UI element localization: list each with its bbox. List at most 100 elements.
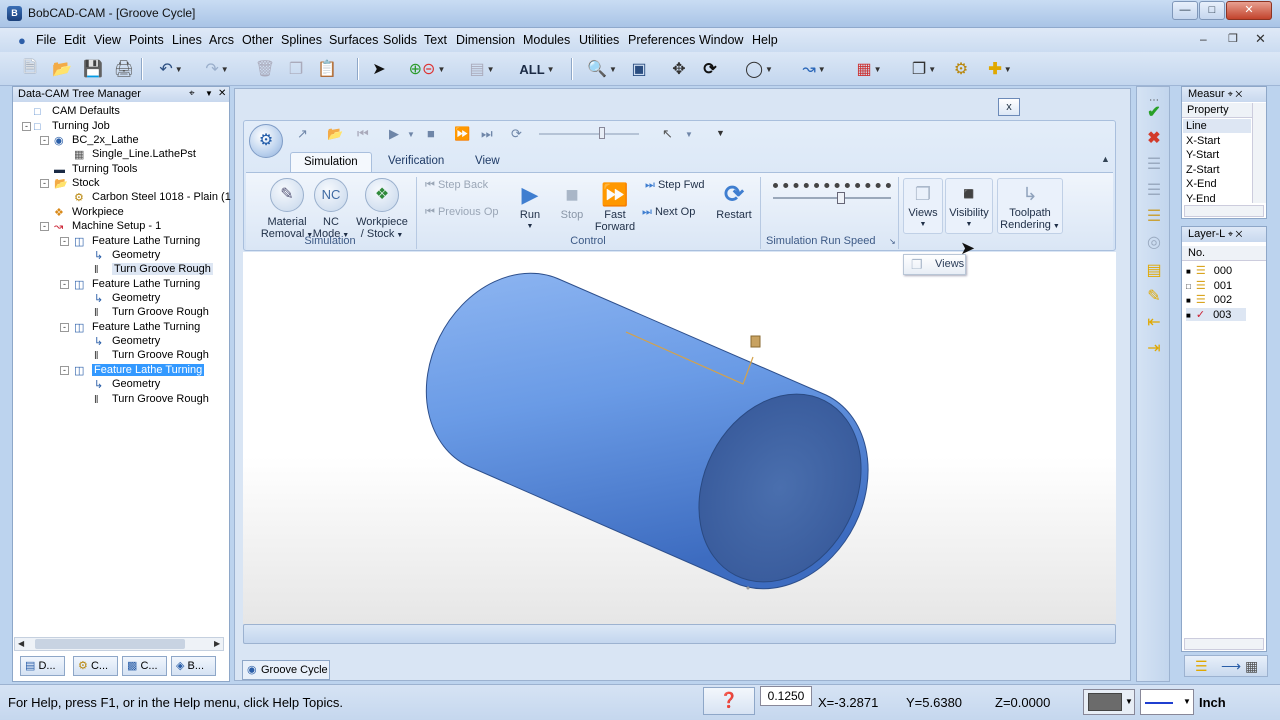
tree-row[interactable]: ↳ Geometry <box>94 377 160 391</box>
zoom-window-icon[interactable]: ▣ <box>627 57 651 81</box>
qat-dropdown-icon[interactable]: ▼ <box>407 130 415 139</box>
delete-icon[interactable]: 🗑 <box>253 57 277 81</box>
list-icon-2[interactable]: ☰ <box>1143 181 1165 201</box>
material-removal-button[interactable]: ✎ Material Removal ▼ <box>256 178 318 242</box>
fast-forward-button[interactable]: ⏩ Fast Forward <box>591 181 639 233</box>
qat-stop-icon[interactable]: ■ <box>427 126 435 141</box>
panel-menu-icon[interactable]: ▼ <box>205 87 213 101</box>
measure-tool-icon[interactable]: ✎ <box>1143 287 1165 307</box>
cancel-x-icon[interactable]: ✖ <box>1143 129 1165 149</box>
tab-cam-tools[interactable]: ⚙ C... <box>73 656 118 676</box>
stop-button[interactable]: ■ Stop <box>552 181 592 221</box>
qat-fast-forward-icon[interactable]: ⏩ <box>454 126 470 142</box>
tree-row[interactable]: ◫ Feature Lathe Turning <box>74 363 205 377</box>
qat-play-icon[interactable]: ▶ <box>389 126 399 142</box>
tree-row[interactable]: ◉ BC_2x_Lathe <box>54 133 139 147</box>
selection-mode-icon[interactable]: ▤ ▼ <box>460 57 504 81</box>
pin-icon[interactable]: ⌖ <box>189 87 195 101</box>
previous-op-button[interactable]: ⏮ Previous Op <box>425 206 499 219</box>
menu-arcs[interactable]: Arcs <box>209 33 234 47</box>
layer-row[interactable]: ■ ☰ 000 <box>1186 264 1232 277</box>
mdi-close-icon[interactable]: ✕ <box>1255 31 1266 47</box>
menu-solids[interactable]: Solids <box>383 33 417 47</box>
tree-row[interactable]: ◫ Feature Lathe Turning <box>74 277 200 291</box>
simulation-app-button[interactable]: ⚙ <box>249 124 283 158</box>
redo-icon[interactable]: ↷ ▼ <box>196 57 238 81</box>
undo-icon[interactable]: ↶ ▼ <box>150 57 192 81</box>
tree-collapse-toggle[interactable]: - <box>60 323 69 332</box>
tree-row[interactable]: ◫ Feature Lathe Turning <box>74 320 200 334</box>
measure-row[interactable]: Y-End <box>1186 192 1220 207</box>
filter-all-dropdown[interactable]: ALL ▼ <box>515 57 559 81</box>
nc-mode-button[interactable]: NC NC Mode ▼ <box>310 178 352 242</box>
tree-row[interactable]: 📂 Stock <box>54 176 100 190</box>
speed-dialog-launcher-icon[interactable]: ↘ <box>889 237 896 246</box>
qat-speed-thumb[interactable] <box>599 127 605 139</box>
tree-row[interactable]: ‖ Turn Groove Rough <box>94 348 209 362</box>
close-simulation-button[interactable]: x <box>998 98 1020 116</box>
run-button[interactable]: ▶ Run ▼ <box>510 181 550 233</box>
qat-export-icon[interactable]: ↗ <box>297 126 308 142</box>
layer-visible-checkbox[interactable]: ■ <box>1186 311 1191 320</box>
tree-row[interactable]: ❖ Workpiece <box>54 205 124 219</box>
menu-points[interactable]: Points <box>129 33 164 47</box>
tree-row[interactable]: ‖ Turn Groove Rough <box>94 392 209 406</box>
line-style-picker[interactable]: ▼ <box>1140 689 1194 715</box>
color-picker[interactable]: ▼ <box>1083 689 1135 715</box>
minimize-button[interactable]: — <box>1172 1 1198 20</box>
mdi-minimize-icon[interactable]: – <box>1200 32 1207 46</box>
snap-icon[interactable]: ↝ ▼ <box>790 57 838 81</box>
tree-row[interactable]: ↳ Geometry <box>94 248 160 262</box>
menu-window[interactable]: Window <box>699 33 743 47</box>
step-value-field[interactable]: 0.1250 <box>760 686 812 706</box>
qat-first-icon[interactable]: ⏮ <box>357 126 369 142</box>
layer-visible-checkbox[interactable]: ■ <box>1186 267 1191 276</box>
tree-row[interactable]: □ Turning Job <box>34 119 110 133</box>
cube-view-icon[interactable]: ❐ ▼ <box>900 57 948 81</box>
measure-row[interactable]: X-Start <box>1186 134 1220 149</box>
qat-pointer-icon[interactable]: ↖ <box>662 126 673 142</box>
layer-row[interactable]: ■ ☰ 002 <box>1186 293 1232 306</box>
tab-view[interactable]: View <box>462 152 513 172</box>
tree-row[interactable]: ‖ Turn Groove Rough <box>94 262 213 276</box>
tree-collapse-toggle[interactable]: - <box>60 366 69 375</box>
app-icon[interactable]: B <box>7 6 22 21</box>
measure-row[interactable]: Y-Start <box>1186 148 1220 163</box>
tree-row[interactable]: ▦ Single_Line.LathePst <box>74 147 196 161</box>
tab-verification[interactable]: Verification <box>375 152 457 172</box>
qat-last-icon[interactable]: ⏭ <box>481 126 493 142</box>
layer-tool-icon[interactable]: ☰ <box>1143 207 1165 227</box>
step-fwd-button[interactable]: ⏭ Step Fwd <box>645 179 704 192</box>
workpiece-stock-button[interactable]: ❖ Workpiece / Stock ▼ <box>350 178 414 242</box>
menu-preferences[interactable]: Preferences <box>628 33 695 47</box>
menu-surfaces[interactable]: Surfaces <box>329 33 378 47</box>
tree-row[interactable]: □ CAM Defaults <box>34 104 120 118</box>
print-icon[interactable]: 🖨 <box>112 57 136 81</box>
close-window-button[interactable]: ✕ <box>1226 1 1272 20</box>
tab-cad[interactable]: ▩ C... <box>122 656 167 676</box>
ribbon-collapse-icon[interactable]: ▲ <box>1101 154 1110 164</box>
accept-check-icon[interactable]: ✔ <box>1143 103 1165 123</box>
menu-other[interactable]: Other <box>242 33 273 47</box>
step-back-button[interactable]: ⏮ Step Back <box>425 179 488 192</box>
menu-file[interactable]: File <box>36 33 56 47</box>
grid-icon[interactable]: ▦ ▼ <box>845 57 893 81</box>
menu-utilities[interactable]: Utilities <box>579 33 619 47</box>
tree-row[interactable]: ‖ Turn Groove Rough <box>94 305 209 319</box>
visibility-button[interactable]: ◾ Visibility ▼ <box>945 178 993 234</box>
new-file-icon[interactable]: 🗎 <box>18 57 42 81</box>
toolpath-rendering-button[interactable]: ↳ Toolpath Rendering ▼ <box>997 178 1063 234</box>
mdi-restore-icon[interactable]: ❐ <box>1228 32 1238 45</box>
view-orbit-icon[interactable]: ◯ ▼ <box>735 57 783 81</box>
qat-customize-icon[interactable]: ▼ <box>716 128 725 138</box>
menu-help[interactable]: Help <box>752 33 778 47</box>
layer-visible-checkbox[interactable]: ■ <box>1186 296 1191 305</box>
copy-icon[interactable]: ❐ <box>284 57 308 81</box>
tree-horizontal-scrollbar[interactable]: ◀ ▶ <box>14 637 224 651</box>
layers-tab-icon[interactable]: ☰ <box>1195 658 1208 675</box>
axis-tab-icon[interactable]: ⟶ <box>1221 658 1241 675</box>
pan-icon[interactable]: ✥ <box>667 57 691 81</box>
tree-collapse-toggle[interactable]: - <box>40 179 49 188</box>
tab-b[interactable]: ◈ B... <box>171 656 216 676</box>
grid-tab-icon[interactable]: ▦ <box>1245 658 1258 675</box>
